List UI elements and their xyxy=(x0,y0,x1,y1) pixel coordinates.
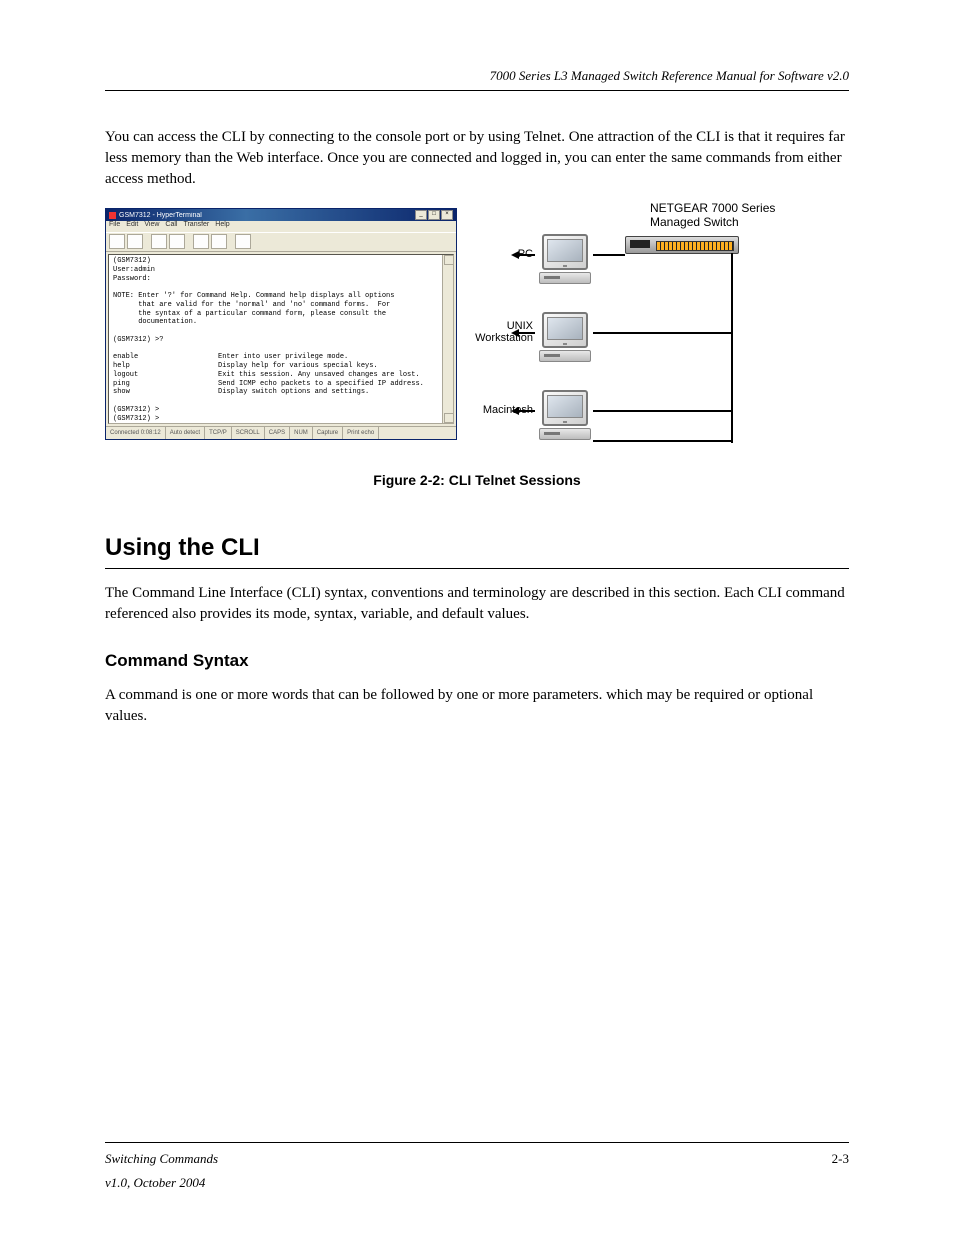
menu-file[interactable]: File xyxy=(109,221,120,232)
computer-base-icon xyxy=(539,350,591,362)
wire xyxy=(593,332,733,334)
rule-top xyxy=(105,90,849,91)
arrow-icon xyxy=(511,329,519,337)
page-footer: Switching Commands 2-3 xyxy=(105,1142,849,1167)
section-paragraph-2: A command is one or more words that can … xyxy=(105,685,849,727)
figure-caption: Figure 2-2: CLI Telnet Sessions xyxy=(105,472,849,488)
intro-paragraph: You can access the CLI by connecting to … xyxy=(105,127,849,190)
window-titlebar: GSM7312 - HyperTerminal _ □ × xyxy=(106,209,456,221)
close-button[interactable]: × xyxy=(441,210,453,220)
toolbar-new-icon[interactable] xyxy=(109,234,125,249)
toolbar-hangup-icon[interactable] xyxy=(169,234,185,249)
switch-label: NETGEAR 7000 Series Managed Switch xyxy=(650,202,810,230)
wire xyxy=(519,254,535,256)
wire xyxy=(519,332,535,334)
status-autodetect: Auto detect xyxy=(166,427,205,439)
rule-bottom xyxy=(105,1142,849,1143)
toolbar-send-icon[interactable] xyxy=(193,234,209,249)
status-protocol: TCP/P xyxy=(205,427,232,439)
minimize-button[interactable]: _ xyxy=(415,210,427,220)
scrollbar[interactable] xyxy=(442,255,453,423)
arrow-icon xyxy=(511,251,519,259)
window-menubar: File Edit View Call Transfer Help xyxy=(106,221,456,232)
status-caps: CAPS xyxy=(265,427,290,439)
toolbar-call-icon[interactable] xyxy=(151,234,167,249)
toolbar-props-icon[interactable] xyxy=(235,234,251,249)
network-diagram: NETGEAR 7000 Series Managed Switch PC UN… xyxy=(475,208,805,448)
menu-call[interactable]: Call xyxy=(165,221,177,232)
menu-view[interactable]: View xyxy=(144,221,159,232)
menu-edit[interactable]: Edit xyxy=(126,221,138,232)
window-toolbar xyxy=(106,232,456,252)
footer-page-number: 2-3 xyxy=(832,1151,849,1167)
monitor-icon xyxy=(542,390,588,426)
subsection-heading: Command Syntax xyxy=(105,651,849,671)
footer-left: Switching Commands xyxy=(105,1151,218,1167)
hyperterminal-window: GSM7312 - HyperTerminal _ □ × File Edit … xyxy=(105,208,457,440)
footer-version: v1.0, October 2004 xyxy=(105,1175,205,1191)
app-icon xyxy=(109,212,116,219)
section-paragraph-1: The Command Line Interface (CLI) syntax,… xyxy=(105,583,849,625)
monitor-icon xyxy=(542,312,588,348)
computer-base-icon xyxy=(539,428,591,440)
wire xyxy=(519,410,535,412)
section-heading: Using the CLI xyxy=(105,534,849,562)
status-num: NUM xyxy=(290,427,313,439)
menu-transfer[interactable]: Transfer xyxy=(183,221,209,232)
monitor-icon xyxy=(542,234,588,270)
node-mac: Macintosh xyxy=(535,390,595,440)
wire xyxy=(593,440,733,442)
switch-device-icon xyxy=(625,236,739,254)
window-title: GSM7312 - HyperTerminal xyxy=(119,212,415,219)
menu-help[interactable]: Help xyxy=(215,221,229,232)
maximize-button[interactable]: □ xyxy=(428,210,440,220)
node-pc: PC xyxy=(535,234,595,284)
node-unix: UNIX Workstation xyxy=(535,312,595,362)
computer-base-icon xyxy=(539,272,591,284)
arrow-icon xyxy=(511,407,519,415)
status-connected: Connected 0:08:12 xyxy=(106,427,166,439)
figure-2-2: GSM7312 - HyperTerminal _ □ × File Edit … xyxy=(105,208,849,448)
toolbar-recv-icon[interactable] xyxy=(211,234,227,249)
trunk-line xyxy=(731,253,733,443)
status-capture: Capture xyxy=(313,427,343,439)
status-scroll: SCROLL xyxy=(232,427,265,439)
toolbar-open-icon[interactable] xyxy=(127,234,143,249)
terminal-area[interactable]: (GSM7312) User:admin Password: NOTE: Ent… xyxy=(108,254,454,424)
wire xyxy=(593,254,625,256)
window-statusbar: Connected 0:08:12 Auto detect TCP/P SCRO… xyxy=(106,426,456,439)
wire xyxy=(593,410,733,412)
terminal-text: (GSM7312) User:admin Password: NOTE: Ent… xyxy=(109,255,453,424)
running-header: 7000 Series L3 Managed Switch Reference … xyxy=(105,68,849,84)
rule-section xyxy=(105,568,849,569)
status-printecho: Print echo xyxy=(343,427,379,439)
